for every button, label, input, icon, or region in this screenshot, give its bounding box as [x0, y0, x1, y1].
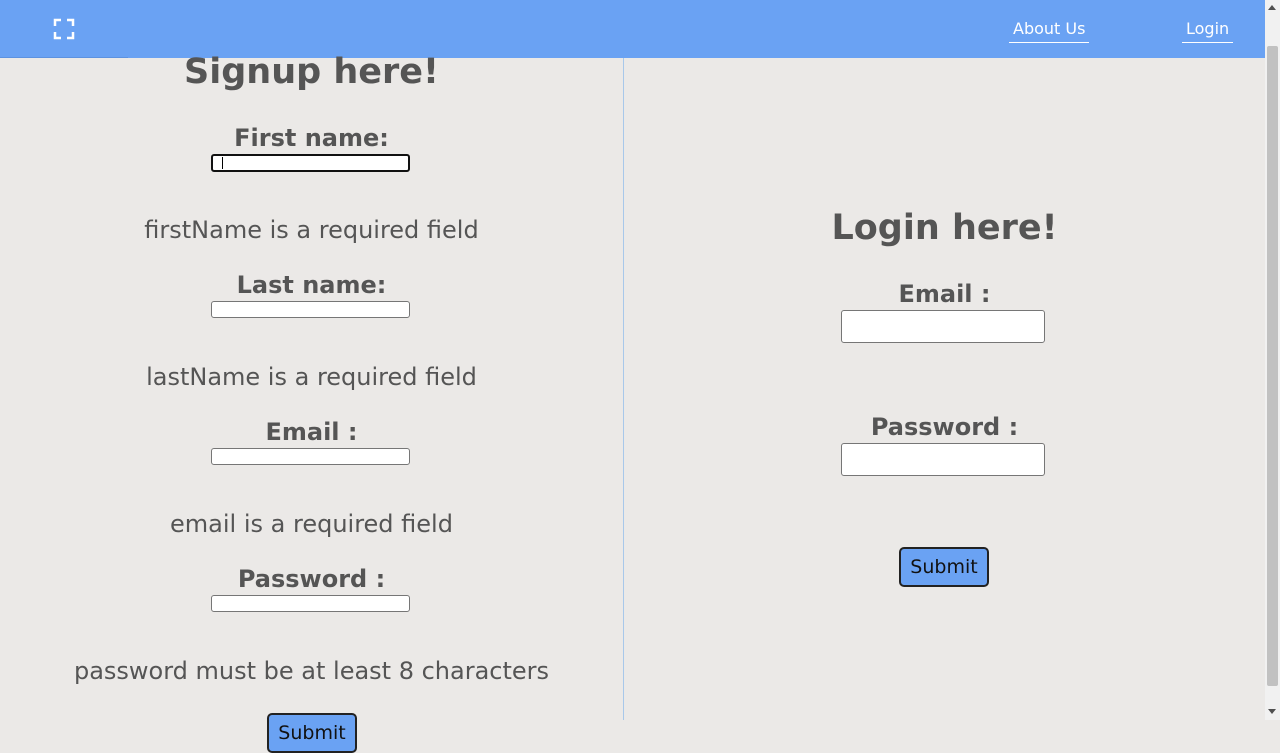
nav-link-about-us[interactable]: About Us [1009, 17, 1090, 43]
login-title: Login here! [831, 208, 1058, 248]
vertical-scrollbar[interactable] [1265, 0, 1280, 720]
login-email-label: Email : [898, 280, 991, 308]
nav-link-login[interactable]: Login [1182, 17, 1234, 43]
last-name-error: lastName is a required field [146, 363, 477, 391]
signup-password-label: Password : [237, 565, 386, 593]
signup-submit-button[interactable]: Submit [267, 713, 357, 753]
first-name-error: firstName is a required field [144, 216, 479, 244]
signup-email-label: Email : [265, 418, 358, 446]
signup-title: Signup here! [184, 52, 439, 92]
scroll-up-arrow-icon[interactable] [1268, 5, 1276, 10]
signup-password-input[interactable] [211, 595, 410, 612]
login-form: Login here! Email : Password : Submit [624, 58, 1265, 720]
login-email-input[interactable] [841, 310, 1045, 343]
signup-email-input[interactable] [211, 448, 410, 465]
signup-password-error: password must be at least 8 characters [73, 657, 550, 685]
signup-form: Signup here! First name: firstName is a … [0, 52, 623, 753]
first-name-label: First name: [234, 124, 389, 152]
text-caret [222, 157, 223, 169]
scrollbar-thumb[interactable] [1267, 46, 1278, 686]
signup-email-error: email is a required field [170, 510, 453, 538]
fullscreen-expand-icon[interactable] [53, 18, 75, 40]
top-navbar: About Us Login [0, 0, 1265, 58]
first-name-input[interactable] [211, 154, 410, 172]
login-submit-button[interactable]: Submit [899, 547, 989, 587]
last-name-input[interactable] [211, 301, 410, 318]
last-name-label: Last name: [236, 271, 387, 299]
login-password-label: Password : [870, 413, 1019, 441]
scroll-down-arrow-icon[interactable] [1268, 709, 1276, 714]
login-password-input[interactable] [841, 443, 1045, 476]
